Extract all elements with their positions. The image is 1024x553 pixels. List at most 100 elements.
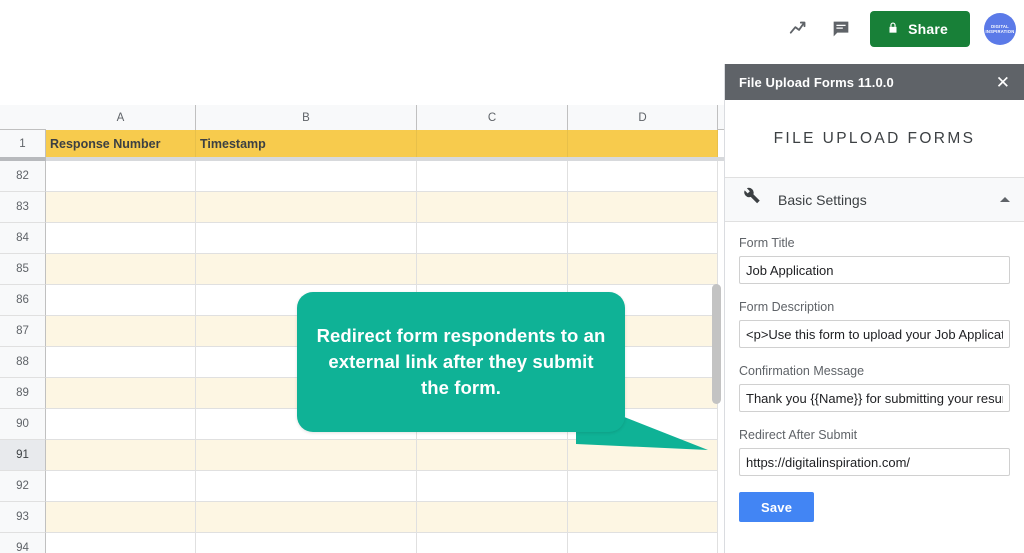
cell-b82[interactable]	[196, 161, 417, 192]
sidebar-brand-title: FILE UPLOAD FORMS	[773, 129, 976, 147]
row-header-84[interactable]: 84	[0, 223, 46, 254]
cell-a82[interactable]	[46, 161, 196, 192]
save-button[interactable]: Save	[739, 492, 815, 522]
sidebar-header: File Upload Forms 11.0.0 ✕	[725, 64, 1024, 100]
callout-text: Redirect form respondents to an external…	[316, 325, 606, 398]
cell-a86[interactable]	[46, 285, 196, 316]
cell-a89[interactable]	[46, 378, 196, 409]
cell-c94[interactable]	[417, 533, 568, 553]
cell-d92[interactable]	[568, 471, 718, 502]
column-header-c[interactable]: C	[417, 105, 568, 130]
row-header-85[interactable]: 85	[0, 254, 46, 285]
cell-b84[interactable]	[196, 223, 417, 254]
row-header-91[interactable]: 91	[0, 440, 46, 471]
avatar[interactable]: DIGITAL INSPIRATION	[984, 13, 1016, 45]
section-label: Basic Settings	[778, 191, 867, 208]
table-row: 85	[0, 254, 718, 285]
vertical-scrollbar[interactable]	[712, 166, 721, 553]
lock-icon	[886, 21, 900, 38]
confirmation-message-field[interactable]	[739, 384, 1010, 412]
header-cell-a1[interactable]: Response Number	[46, 130, 196, 157]
cell-b92[interactable]	[196, 471, 417, 502]
header-cell-d1[interactable]	[568, 130, 718, 157]
row-header-90[interactable]: 90	[0, 409, 46, 440]
row-header-86[interactable]: 86	[0, 285, 46, 316]
sidebar-form: Form Title Form Description Confirmation…	[725, 222, 1024, 522]
chevron-up-icon[interactable]	[1000, 197, 1010, 202]
cell-d93[interactable]	[568, 502, 718, 533]
spreadsheet-area: ABCD 82 83 84 85 86 87 88 89 90 91 92 93 94 1 Respons…	[0, 0, 724, 553]
cell-c91[interactable]	[417, 440, 568, 471]
explore-trending-icon[interactable]	[780, 10, 818, 48]
cell-c82[interactable]	[417, 161, 568, 192]
field-confirmation-message: Confirmation Message	[739, 364, 1010, 412]
cell-a93[interactable]	[46, 502, 196, 533]
row-header-83[interactable]: 83	[0, 192, 46, 223]
row-header-92[interactable]: 92	[0, 471, 46, 502]
table-row: 93	[0, 502, 718, 533]
comments-icon[interactable]	[822, 10, 860, 48]
row-header-89[interactable]: 89	[0, 378, 46, 409]
cell-c85[interactable]	[417, 254, 568, 285]
share-button[interactable]: Share	[870, 11, 970, 47]
cell-a84[interactable]	[46, 223, 196, 254]
form-title-field[interactable]	[739, 256, 1010, 284]
cell-c92[interactable]	[417, 471, 568, 502]
field-redirect-after-submit: Redirect After Submit	[739, 428, 1010, 476]
column-header-a[interactable]: A	[46, 105, 196, 130]
cell-d85[interactable]	[568, 254, 718, 285]
header-cell-c1[interactable]	[417, 130, 568, 157]
header-cell-b1[interactable]: Timestamp	[196, 130, 417, 157]
cell-b94[interactable]	[196, 533, 417, 553]
redirect-after-submit-label: Redirect After Submit	[739, 428, 858, 442]
column-headers: ABCD	[0, 105, 724, 130]
table-row: 92	[0, 471, 718, 502]
column-header-d[interactable]: D	[568, 105, 718, 130]
cell-c93[interactable]	[417, 502, 568, 533]
cell-b93[interactable]	[196, 502, 417, 533]
row-header-87[interactable]: 87	[0, 316, 46, 347]
table-row: 82	[0, 161, 718, 192]
cell-d83[interactable]	[568, 192, 718, 223]
cell-c83[interactable]	[417, 192, 568, 223]
table-row: 83	[0, 192, 718, 223]
section-basic-settings[interactable]: Basic Settings	[725, 177, 1024, 222]
table-row: 94	[0, 533, 718, 553]
cell-a91[interactable]	[46, 440, 196, 471]
cell-b91[interactable]	[196, 440, 417, 471]
avatar-line-2: INSPIRATION	[985, 29, 1015, 34]
cell-a94[interactable]	[46, 533, 196, 553]
cell-a83[interactable]	[46, 192, 196, 223]
row-header-1[interactable]: 1	[0, 130, 46, 157]
form-description-label: Form Description	[739, 300, 835, 314]
scrollbar-thumb[interactable]	[712, 284, 721, 404]
row-header-82[interactable]: 82	[0, 161, 46, 192]
cell-c84[interactable]	[417, 223, 568, 254]
sidebar-title: File Upload Forms 11.0.0	[739, 74, 894, 90]
callout-bubble: Redirect form respondents to an external…	[297, 292, 625, 432]
freeze-handle[interactable]	[0, 157, 46, 161]
row-header-88[interactable]: 88	[0, 347, 46, 378]
field-form-title: Form Title	[739, 236, 1010, 284]
frozen-header-row: 1 Response Number Timestamp	[0, 130, 724, 157]
cell-d84[interactable]	[568, 223, 718, 254]
close-icon[interactable]: ✕	[996, 74, 1010, 91]
addon-sidebar: File Upload Forms 11.0.0 ✕ FILE UPLOAD F…	[724, 64, 1024, 553]
cell-a87[interactable]	[46, 316, 196, 347]
row-header-94[interactable]: 94	[0, 533, 46, 553]
form-title-label: Form Title	[739, 236, 795, 250]
cell-a88[interactable]	[46, 347, 196, 378]
cell-b83[interactable]	[196, 192, 417, 223]
cell-d94[interactable]	[568, 533, 718, 553]
cell-a85[interactable]	[46, 254, 196, 285]
confirmation-message-label: Confirmation Message	[739, 364, 865, 378]
field-form-description: Form Description	[739, 300, 1010, 348]
cell-b85[interactable]	[196, 254, 417, 285]
column-header-b[interactable]: B	[196, 105, 417, 130]
cell-a90[interactable]	[46, 409, 196, 440]
row-header-93[interactable]: 93	[0, 502, 46, 533]
form-description-field[interactable]	[739, 320, 1010, 348]
redirect-after-submit-field[interactable]	[739, 448, 1010, 476]
cell-a92[interactable]	[46, 471, 196, 502]
cell-d82[interactable]	[568, 161, 718, 192]
